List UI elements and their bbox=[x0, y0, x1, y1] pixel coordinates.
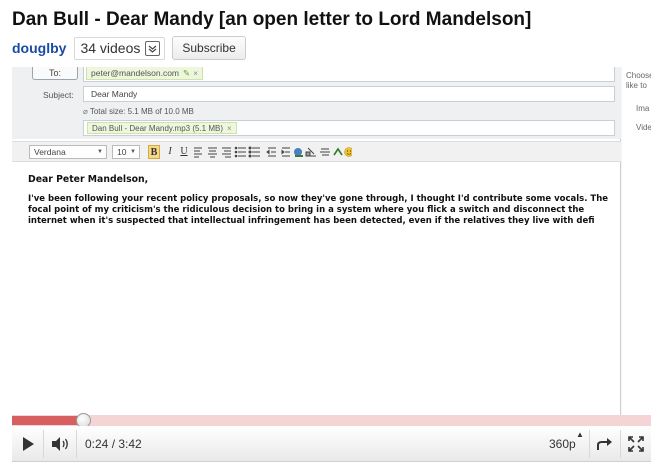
close-icon: × bbox=[227, 124, 232, 133]
pencil-icon: ✎ bbox=[183, 68, 191, 78]
total-size-text: Total size: 5.1 MB of 10.0 MB bbox=[89, 107, 194, 116]
player-controls: 0:24 / 3:42 360p ▲ bbox=[12, 426, 651, 462]
video-title: Dan Bull - Dear Mandy [an open letter to… bbox=[12, 9, 532, 30]
to-field: peter@mandelson.com ✎ × bbox=[83, 67, 615, 82]
side-text-1: Choose bbox=[626, 71, 651, 80]
to-button: To: bbox=[32, 67, 78, 80]
email-line-1: I've been following your recent policy p… bbox=[28, 194, 609, 204]
volume-button[interactable] bbox=[44, 426, 76, 462]
popout-icon bbox=[597, 438, 612, 450]
email-greeting: Dear Peter Mandelson, bbox=[28, 174, 149, 185]
indent-icon bbox=[281, 147, 290, 157]
channel-link[interactable]: douglby bbox=[12, 40, 66, 56]
progress-bar[interactable] bbox=[12, 413, 651, 428]
text-color-icon bbox=[294, 148, 303, 157]
subject-field: Dear Mandy bbox=[83, 86, 615, 102]
strikethrough-icon bbox=[320, 148, 330, 156]
align-left-icon bbox=[194, 147, 202, 158]
videos-count-dropdown[interactable]: 34 videos bbox=[74, 36, 166, 60]
chevron-down-icon: ▼ bbox=[130, 149, 136, 155]
font-family-select: Verdana ▼ bbox=[29, 145, 107, 159]
quality-button[interactable]: 360p bbox=[549, 437, 576, 451]
outdent-icon bbox=[266, 147, 276, 157]
highlight-icon bbox=[305, 147, 316, 157]
numbered-list-icon bbox=[234, 146, 246, 158]
font-family-value: Verdana bbox=[34, 147, 66, 157]
play-button[interactable] bbox=[12, 426, 43, 462]
channel-row: douglby 34 videos Subscribe bbox=[12, 36, 246, 60]
video-frame[interactable]: To: peter@mandelson.com ✎ × Subject: Dear … bbox=[12, 67, 651, 415]
underline-button: U bbox=[180, 146, 188, 157]
align-right-icon bbox=[222, 147, 231, 158]
link-icon bbox=[333, 147, 343, 156]
side-panel: Choose like to Ima Vide bbox=[622, 67, 651, 415]
chevron-down-icon: ▼ bbox=[97, 149, 103, 155]
email-line-3: internet when it's suspected that intell… bbox=[28, 216, 595, 226]
play-icon bbox=[22, 437, 34, 451]
popout-button[interactable] bbox=[590, 426, 620, 462]
caret-up-icon: ▲ bbox=[576, 430, 584, 439]
align-center-icon bbox=[208, 147, 217, 158]
total-size-line: ⌀ Total size: 5.1 MB of 10.0 MB bbox=[83, 107, 194, 116]
fullscreen-button[interactable] bbox=[621, 426, 651, 462]
toolbar-icons-group bbox=[194, 146, 352, 158]
fullscreen-icon bbox=[628, 436, 644, 452]
side-text-4: Vide bbox=[636, 123, 651, 132]
email-line-2: focal point of my criticism's the ridicu… bbox=[28, 205, 585, 215]
attachment-name: Dan Bull - Dear Mandy.mp3 (5.1 MB) bbox=[92, 124, 224, 133]
subscribe-button[interactable]: Subscribe bbox=[172, 36, 246, 60]
font-size-select: 10 ▼ bbox=[112, 145, 140, 159]
email-header-area: To: peter@mandelson.com ✎ × Subject: Dear … bbox=[12, 67, 621, 139]
close-icon: × bbox=[193, 68, 199, 78]
subject-label: Subject: bbox=[43, 90, 74, 100]
bold-button: B bbox=[148, 145, 160, 159]
font-size-value: 10 bbox=[117, 147, 127, 157]
email-compose-window: To: peter@mandelson.com ✎ × Subject: Dear … bbox=[12, 67, 621, 415]
volume-icon bbox=[52, 437, 68, 451]
videos-count-label: 34 videos bbox=[80, 40, 141, 56]
italic-button: I bbox=[168, 146, 172, 157]
attachment-field: Dan Bull - Dear Mandy.mp3 (5.1 MB) × bbox=[83, 120, 615, 136]
divider bbox=[76, 430, 77, 458]
emoji-icon bbox=[344, 147, 352, 157]
email-body: Dear Peter Mandelson, I've been followin… bbox=[28, 174, 618, 227]
chevron-down-icon[interactable] bbox=[145, 40, 161, 56]
bullet-list-icon bbox=[248, 146, 260, 158]
formatting-toolbar: Verdana ▼ 10 ▼ B I U bbox=[12, 141, 621, 162]
attachment-token: Dan Bull - Dear Mandy.mp3 (5.1 MB) × bbox=[87, 122, 237, 134]
time-display: 0:24 / 3:42 bbox=[85, 437, 142, 451]
side-text-2: like to bbox=[626, 81, 647, 90]
recipient-address: peter@mandelson.com bbox=[91, 68, 180, 78]
progress-played bbox=[12, 416, 85, 425]
recipient-token: peter@mandelson.com ✎ × bbox=[86, 67, 204, 80]
side-text-3: Ima bbox=[636, 104, 650, 113]
paperclip-icon: ⌀ bbox=[83, 107, 88, 116]
